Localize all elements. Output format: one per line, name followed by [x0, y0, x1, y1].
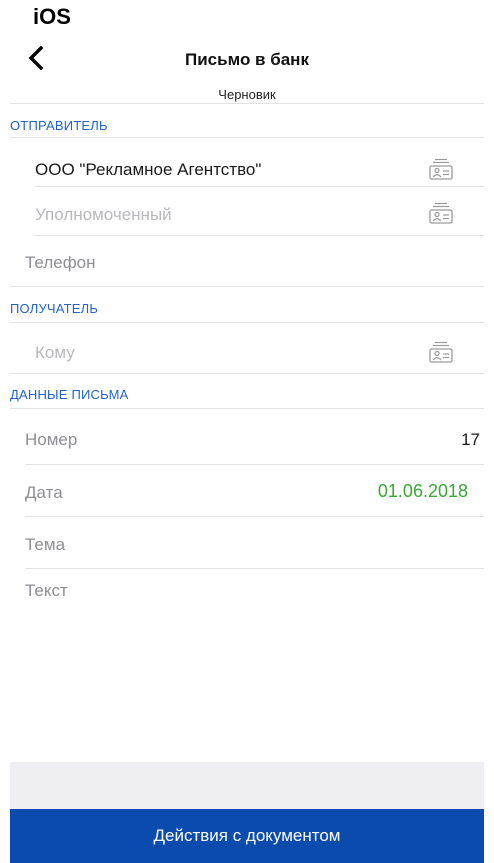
section-header-sender: ОТПРАВИТЕЛЬ: [10, 118, 108, 133]
divider: [25, 516, 484, 517]
authorized-person-field[interactable]: Уполномоченный: [35, 205, 172, 225]
divider: [10, 408, 484, 409]
page-title: Письмо в банк: [185, 50, 309, 69]
sender-organization-field[interactable]: ООО "Рекламное Агентство": [35, 160, 261, 180]
divider: [10, 103, 484, 104]
contact-card-icon: [429, 341, 453, 363]
divider: [25, 464, 484, 465]
document-status: Черновик: [218, 87, 276, 102]
divider: [10, 286, 484, 287]
platform-label: iOS: [33, 4, 71, 29]
contact-card-icon: [429, 158, 453, 180]
section-header-recipient: ПОЛУЧАТЕЛЬ: [10, 301, 99, 316]
divider: [25, 568, 484, 569]
contact-card-icon: [429, 202, 453, 224]
subject-field[interactable]: Тема: [25, 535, 65, 555]
divider: [10, 322, 484, 323]
divider: [35, 235, 484, 236]
recipient-field[interactable]: Кому: [35, 343, 75, 363]
document-actions-label: Действия с документом: [153, 826, 341, 845]
document-actions-button[interactable]: Действия с документом: [10, 809, 484, 863]
recipient-contact-button[interactable]: [428, 340, 454, 369]
date-label: Дата: [25, 483, 63, 502]
letter-text-field[interactable]: Текст: [25, 581, 68, 601]
section-header-letter-data: ДАННЫЕ ПИСЬМА: [10, 387, 129, 402]
divider: [10, 373, 484, 374]
authorized-person-contact-button[interactable]: [428, 201, 454, 230]
sender-organization-contact-button[interactable]: [428, 157, 454, 186]
divider: [10, 137, 484, 138]
date-field[interactable]: 01.06.2018: [330, 481, 468, 502]
phone-field[interactable]: Телефон: [25, 253, 96, 273]
number-label: Номер: [25, 430, 78, 449]
divider: [35, 186, 484, 187]
bottom-spacer: [10, 762, 484, 809]
number-field[interactable]: 17: [380, 430, 480, 450]
